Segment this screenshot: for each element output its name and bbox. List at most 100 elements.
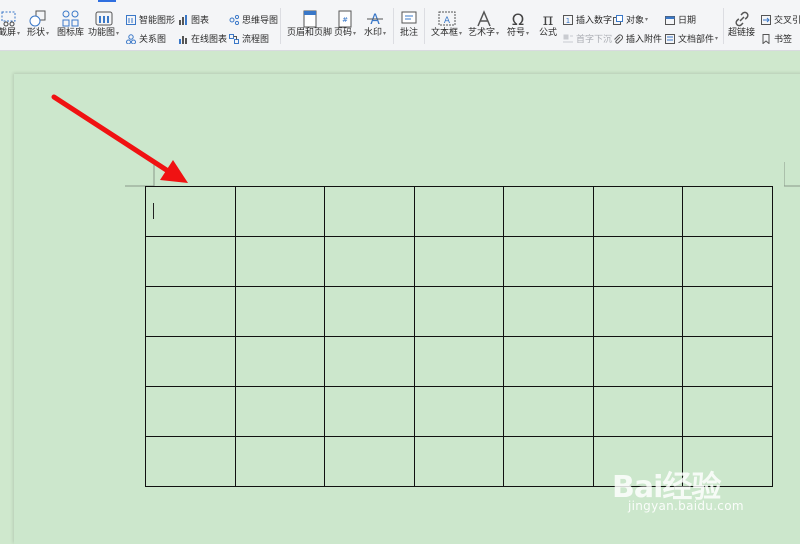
mind-map-button[interactable]: 思维导图 xyxy=(229,13,278,26)
watermark-button[interactable]: A 水印▾ xyxy=(364,10,386,39)
table-cell[interactable] xyxy=(503,236,594,287)
doc-parts-button[interactable]: 文档部件 ▾ xyxy=(665,32,718,45)
textbox-icon: A xyxy=(438,11,456,26)
table-cell[interactable] xyxy=(324,186,415,237)
table-cell[interactable] xyxy=(682,336,773,387)
mind-map-icon xyxy=(229,14,239,25)
table-cell[interactable] xyxy=(145,386,236,437)
function-chart-icon xyxy=(95,11,113,26)
object-icon xyxy=(613,14,623,25)
omega-icon: Ω xyxy=(512,10,524,28)
table-row xyxy=(145,236,773,287)
icon-grid-icon xyxy=(62,10,78,27)
table-cell[interactable] xyxy=(682,286,773,337)
table-cell[interactable] xyxy=(503,386,594,437)
svg-text:A: A xyxy=(370,12,380,28)
table-cell[interactable] xyxy=(145,286,236,337)
function-chart-button[interactable]: 功能图▾ xyxy=(88,10,119,39)
drop-cap-button[interactable]: 首字下沉 xyxy=(563,32,612,45)
chart-button[interactable]: 图表 xyxy=(178,13,209,26)
art-text-button[interactable]: 艺术字▾ xyxy=(468,10,499,39)
table-cell[interactable] xyxy=(324,286,415,337)
pi-icon: π xyxy=(543,10,554,28)
svg-text:A: A xyxy=(443,16,450,26)
hyperlink-button[interactable]: 超链接 xyxy=(728,10,755,39)
formula-button[interactable]: π 公式 xyxy=(539,10,557,39)
doc-parts-icon xyxy=(665,33,675,44)
table-cell[interactable] xyxy=(145,436,236,487)
table-cell[interactable] xyxy=(682,236,773,287)
paperclip-icon xyxy=(614,34,623,44)
date-button[interactable]: 日期 xyxy=(665,13,696,26)
table-cell[interactable] xyxy=(234,236,326,287)
svg-text:π: π xyxy=(543,10,554,28)
table-cell[interactable] xyxy=(413,436,505,487)
table-cell[interactable] xyxy=(413,186,505,237)
flow-chart-icon xyxy=(229,33,239,44)
document-table[interactable] xyxy=(145,186,773,487)
header-footer-icon xyxy=(303,10,316,28)
table-cell[interactable] xyxy=(234,286,326,337)
separator xyxy=(424,8,425,44)
svg-text:1: 1 xyxy=(566,17,570,25)
table-cell[interactable] xyxy=(234,386,326,437)
table-row xyxy=(145,286,773,337)
table-cell[interactable] xyxy=(413,336,505,387)
table-cell[interactable] xyxy=(503,286,594,337)
bookmark-icon xyxy=(762,33,770,44)
table-cell[interactable] xyxy=(592,386,684,437)
watermark-icon: A xyxy=(367,12,384,28)
smart-graphic-button[interactable]: 智能图形 xyxy=(126,13,175,26)
table-cell[interactable] xyxy=(234,186,326,237)
object-button[interactable]: 对象 ▾ xyxy=(613,13,648,26)
table-cell[interactable] xyxy=(413,286,505,337)
online-chart-icon xyxy=(179,35,187,44)
table-row xyxy=(145,186,773,237)
table-cell[interactable] xyxy=(503,186,594,237)
table-cell[interactable] xyxy=(324,336,415,387)
table-cell[interactable] xyxy=(592,186,684,237)
flow-chart-button[interactable]: 流程图 xyxy=(229,32,269,45)
relation-chart-button[interactable]: 关系图 xyxy=(126,32,166,45)
table-cell[interactable] xyxy=(324,236,415,287)
ribbon-toolbar: 截屏▾ 形状▾ 图标库 功能图▾ 智能图形 关系图 图表 在线图表 思维导图 流… xyxy=(0,0,800,51)
art-text-icon xyxy=(476,10,491,27)
icon-library-button[interactable]: 图标库 xyxy=(57,10,84,39)
insert-number-button[interactable]: 1 插入数字 xyxy=(563,13,612,26)
textbox-button[interactable]: A 文本框▾ xyxy=(431,10,462,39)
table-cell[interactable] xyxy=(682,386,773,437)
shape-button[interactable]: 形状▾ xyxy=(27,10,49,39)
table-cell[interactable] xyxy=(592,336,684,387)
table-cell[interactable] xyxy=(503,336,594,387)
table-cell[interactable] xyxy=(145,236,236,287)
table-cell[interactable] xyxy=(324,436,415,487)
screenshot-button[interactable]: 截屏▾ xyxy=(0,10,20,39)
header-footer-button[interactable]: 页眉和页脚 xyxy=(287,10,332,39)
insert-attachment-button[interactable]: 插入附件 xyxy=(613,32,662,45)
table-cell[interactable] xyxy=(324,386,415,437)
page-number-icon: # xyxy=(338,10,352,28)
symbol-button[interactable]: Ω 符号▾ xyxy=(507,10,529,39)
separator xyxy=(723,8,724,44)
table-cell[interactable] xyxy=(145,336,236,387)
chart-icon xyxy=(179,14,187,25)
table-cell[interactable] xyxy=(592,286,684,337)
table-cell[interactable] xyxy=(413,236,505,287)
margin-corner-mark-right xyxy=(784,162,800,187)
shape-icon xyxy=(29,10,46,27)
svg-text:#: # xyxy=(342,16,348,24)
table-cell[interactable] xyxy=(592,236,684,287)
cross-ref-button[interactable]: 交叉引用 xyxy=(761,13,800,26)
calendar-icon xyxy=(665,15,675,25)
table-cell[interactable] xyxy=(503,436,594,487)
table-cell[interactable] xyxy=(682,186,773,237)
table-cell[interactable] xyxy=(145,186,236,237)
baidu-watermark-url: jingyan.baidu.com xyxy=(628,499,744,513)
page-number-button[interactable]: # 页码▾ xyxy=(334,10,356,39)
table-cell[interactable] xyxy=(234,336,326,387)
online-chart-button[interactable]: 在线图表 xyxy=(178,32,227,45)
table-cell[interactable] xyxy=(234,436,326,487)
comment-button[interactable]: 批注 xyxy=(400,10,418,39)
bookmark-button[interactable]: 书签 xyxy=(761,32,792,45)
table-cell[interactable] xyxy=(413,386,505,437)
